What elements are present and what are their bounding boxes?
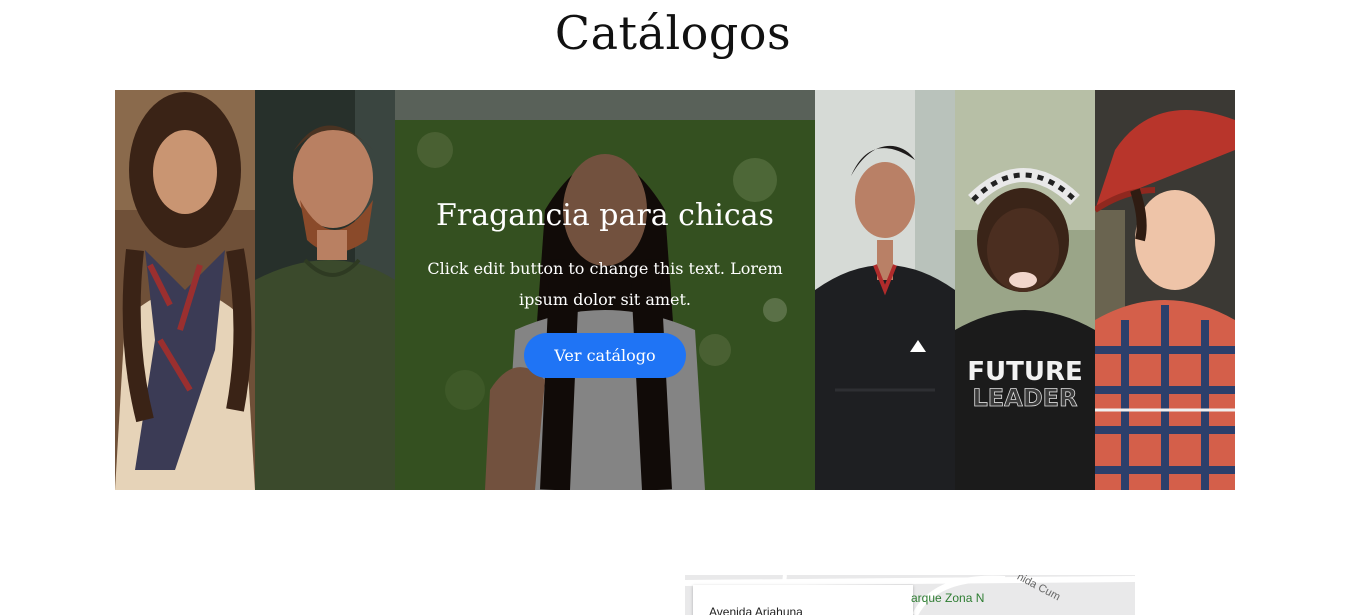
gallery-panel-featured[interactable]: Fragancia para chicas Click edit button … (395, 90, 815, 490)
map-place-label: Avenida Ariahuna (709, 605, 803, 615)
view-catalog-button[interactable]: Ver catálogo (524, 333, 686, 378)
woman-scarf-image (115, 90, 255, 490)
featured-title: Fragancia para chicas (436, 198, 774, 233)
young-man-jacket-image (815, 90, 955, 490)
page-title: Catálogos (554, 6, 792, 60)
map-embed[interactable]: Avenida Ariahuna arque Zona N nida Cum (685, 575, 1135, 615)
map-park-label: arque Zona N (911, 591, 985, 605)
featured-caption: Fragancia para chicas Click edit button … (395, 198, 815, 378)
featured-text: Click edit button to change this text. L… (427, 259, 783, 309)
gallery-panel-bearded-man[interactable] (255, 90, 395, 490)
boy-red-cap-image (1095, 90, 1235, 490)
map-info-card[interactable]: Avenida Ariahuna (693, 585, 913, 615)
gallery-panel-woman-scarf[interactable] (115, 90, 255, 490)
child-future-leader-image: FUTURE LEADER (955, 90, 1095, 490)
gallery-panel-boy-red-cap[interactable] (1095, 90, 1235, 490)
gallery-panel-child-future-leader[interactable]: FUTURE LEADER (955, 90, 1095, 490)
bearded-man-image (255, 90, 395, 490)
shirt-text-leader: LEADER (972, 384, 1077, 412)
catalog-gallery: Fragancia para chicas Click edit button … (115, 90, 1235, 490)
shirt-text-future: FUTURE (967, 357, 1083, 387)
gallery-panel-young-man-jacket[interactable] (815, 90, 955, 490)
